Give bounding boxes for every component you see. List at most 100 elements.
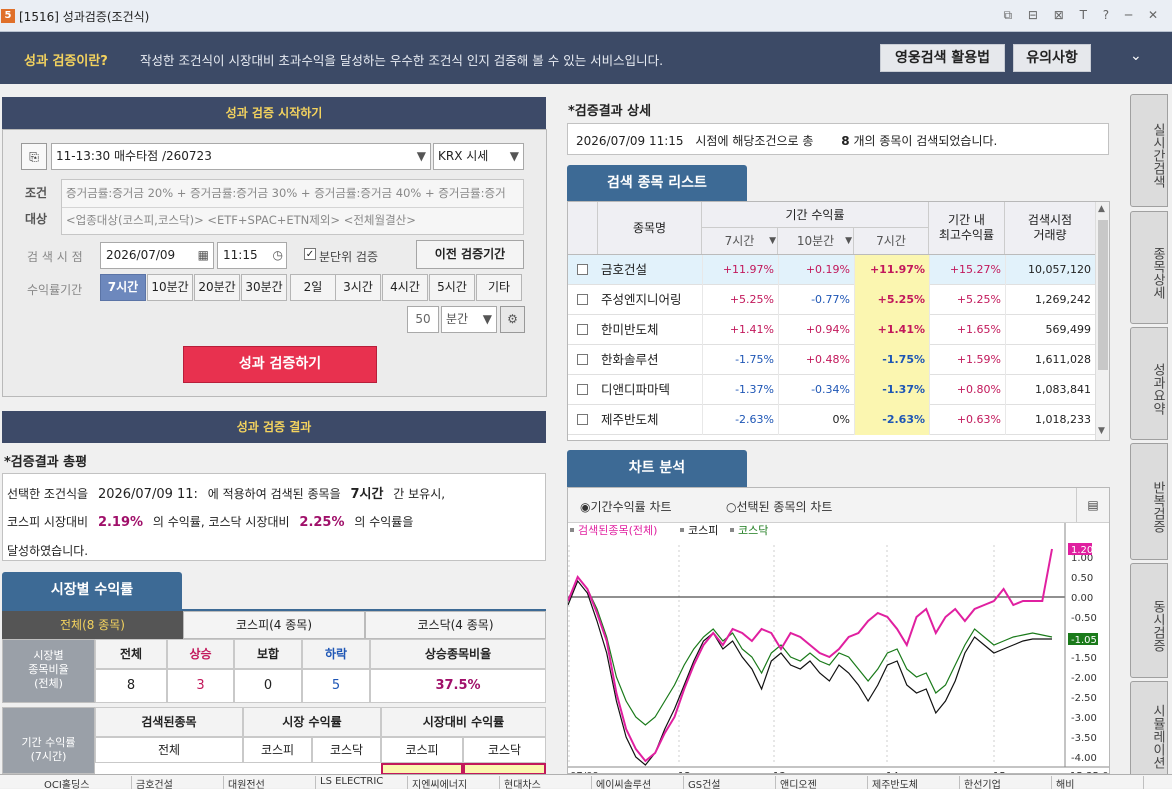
y-tick-label: 0.50 <box>1071 573 1093 584</box>
condition-detail-box: 증거금률:증거금 20% + 증거금률:증거금 30% + 증거금률:증거금 4… <box>61 179 524 235</box>
bottom-stock-item[interactable]: 현대차스 <box>500 776 592 789</box>
summary-date: 2026/07/09 11: <box>97 487 198 502</box>
time-input[interactable]: 11:15 ◷ <box>217 242 287 269</box>
bottom-stock-item[interactable]: 지엔씨에너지 <box>408 776 500 789</box>
row-checkbox[interactable] <box>577 384 588 395</box>
end-label-bottom: -1.05 <box>1071 635 1097 646</box>
side-tab[interactable]: 종목상세 <box>1130 211 1168 324</box>
chart-panel: ◉기간수익률 차트 ○선택된 종목의 차트 ▤ 1.00 0.50 0.00 -0.5… <box>567 487 1110 774</box>
bottom-stock-item[interactable]: LS ELECTRIC <box>316 776 408 789</box>
period-return-table: 기간 수익률 (7시간) 검색된종목 시장 수익률 시장대비 수익률 전체 코스… <box>2 707 546 774</box>
summary-title: *검증결과 총평 <box>4 455 88 470</box>
table-row[interactable]: 디앤디파마텍 -1.37% -0.34% -1.37% +0.80% 1,083,841 <box>568 375 1095 405</box>
bottom-stock-item[interactable]: 에이씨솔루션 <box>592 776 684 789</box>
stock-name[interactable]: 금호건설 <box>601 255 647 285</box>
summary-kospi-value: 2.19% <box>97 515 144 530</box>
period-button[interactable]: 20분간 <box>194 274 240 301</box>
banner-title: 성과 검증이란? <box>24 54 108 69</box>
legend-marker <box>570 528 574 532</box>
side-tab[interactable]: 시뮬레이션 <box>1130 681 1168 781</box>
table-row[interactable]: 한화솔루션 -1.75% +0.48% -1.75% +1.59% 1,611,028 <box>568 345 1095 375</box>
period-button[interactable]: 7시간 <box>100 274 146 301</box>
radio-selected-chart[interactable]: ○선택된 종목의 차트 <box>726 498 832 515</box>
summary-text-5: 의 수익률, 코스닥 시장대비 <box>152 515 290 529</box>
table-row[interactable]: 제주반도체 -2.63% 0% -2.63% +0.63% 1,018,233 <box>568 405 1095 435</box>
bottom-stock-item[interactable]: GS건설 <box>684 776 776 789</box>
subtab-kosdaq[interactable]: 코스닥(4 종목) <box>365 611 546 639</box>
side-tab[interactable]: 실시간검색 <box>1130 94 1168 207</box>
list-scrollbar[interactable]: ▲ ▼ <box>1095 202 1109 440</box>
minute-unit-select[interactable]: 분간 ▼ <box>441 306 497 333</box>
window-controls[interactable]: ⧉ ⊟ ⊠ T ? ─ ✕ <box>1003 8 1164 23</box>
row-checkbox[interactable] <box>577 264 588 275</box>
subtab-all[interactable]: 전체(8 종목) <box>2 611 183 639</box>
collapse-chevron-icon[interactable]: ⌄ <box>1130 48 1142 64</box>
bottom-stock-item[interactable]: OCI홀딩스 <box>40 776 132 789</box>
bottom-stock-item[interactable]: 앤디오젠 <box>776 776 868 789</box>
prev-period-button[interactable]: 이전 검증기간 <box>416 240 524 269</box>
list-head-max[interactable]: 기간 내 최고수익률 <box>929 202 1005 254</box>
bottom-stock-item[interactable]: 대원전선 <box>224 776 316 789</box>
date-input[interactable]: 2026/07/09 ▦ <box>100 242 214 269</box>
subtab-kospi[interactable]: 코스피(4 종목) <box>183 611 365 639</box>
list-head-sub-2[interactable]: 10분간 ▼ <box>778 228 854 254</box>
summary-text-2: 에 적용하여 검색된 종목을 <box>207 487 341 501</box>
cell-b: -0.77% <box>778 285 854 315</box>
t2-head-excess: 시장대비 수익률 <box>381 707 546 737</box>
period-button[interactable]: 기타 <box>476 274 522 301</box>
period-button[interactable]: 2일 <box>290 274 336 301</box>
list-head-sub-1[interactable]: 7시간 ▼ <box>702 228 778 254</box>
cell-v: 569,499 <box>1005 315 1095 345</box>
chart-menu-icon[interactable]: ▤ <box>1076 488 1109 522</box>
period-button[interactable]: 4시간 <box>382 274 428 301</box>
stock-name[interactable]: 주성엔지니어링 <box>601 285 682 315</box>
detail-info-end: 개의 종목이 검색되었습니다. <box>853 134 998 148</box>
bottom-stock-item[interactable]: 제주반도체 <box>868 776 960 789</box>
cell-a: -1.37% <box>702 375 778 405</box>
table-row[interactable]: 금호건설 +11.97% +0.19% +11.97% +15.27% 10,057,12… <box>568 255 1095 285</box>
radio-period-chart[interactable]: ◉기간수익률 차트 <box>580 498 672 515</box>
clock-icon[interactable]: ◷ <box>273 243 283 268</box>
bottom-stock-item[interactable]: 해비 <box>1052 776 1144 789</box>
table-row[interactable]: 한미반도체 +1.41% +0.94% +1.41% +1.65% 569,499 <box>568 315 1095 345</box>
stock-list-tab[interactable]: 검색 종목 리스트 <box>567 165 747 201</box>
y-tick-label: -3.50 <box>1071 733 1097 744</box>
side-tab[interactable]: 반복검증 <box>1130 443 1168 560</box>
table-row[interactable]: 주성엔지니어링 +5.25% -0.77% +5.25% +5.25% 1,269,242 <box>568 285 1095 315</box>
minute-value-input[interactable]: 50 <box>407 306 439 333</box>
row-checkbox[interactable] <box>577 414 588 425</box>
usage-guide-button[interactable]: 영웅검색 활용법 <box>880 44 1005 72</box>
period-button[interactable]: 30분간 <box>241 274 287 301</box>
stock-name[interactable]: 한미반도체 <box>601 315 659 345</box>
period-button[interactable]: 10분간 <box>147 274 193 301</box>
row-checkbox[interactable] <box>577 294 588 305</box>
cell-c: -2.63% <box>854 405 929 435</box>
condition-select[interactable]: 11-13:30 매수타점 /260723 ▼ <box>51 143 431 170</box>
chart-tab[interactable]: 차트 분석 <box>567 450 747 487</box>
side-tab[interactable]: 동시검증 <box>1130 563 1168 678</box>
y-tick-label: -3.00 <box>1071 713 1097 724</box>
minute-checkbox[interactable]: ✓ <box>304 248 316 260</box>
settings-gear-icon[interactable]: ⚙ <box>500 306 525 333</box>
period-button[interactable]: 3시간 <box>335 274 381 301</box>
bottom-stock-item[interactable]: 한선기업 <box>960 776 1052 789</box>
market-select[interactable]: KRX 시세 ▼ <box>433 143 524 170</box>
stock-name[interactable]: 한화솔루션 <box>601 345 659 375</box>
period-button[interactable]: 5시간 <box>429 274 475 301</box>
side-tab[interactable]: 성과요약 <box>1130 327 1168 440</box>
summary-text-6: 의 수익률을 <box>354 515 414 529</box>
period-return-row-label: 기간 수익률 (7시간) <box>2 707 95 774</box>
condition-list-icon[interactable]: ⎘ <box>21 143 47 170</box>
bottom-stock-item[interactable]: 금호건설 <box>132 776 224 789</box>
stock-name[interactable]: 디앤디파마텍 <box>601 375 670 405</box>
cell-d: +0.63% <box>929 405 1005 435</box>
run-verification-button[interactable]: 성과 검증하기 <box>183 346 377 383</box>
cell-c: +11.97% <box>854 255 929 285</box>
row-checkbox[interactable] <box>577 324 588 335</box>
calendar-icon[interactable]: ▦ <box>198 243 209 268</box>
row-checkbox[interactable] <box>577 354 588 365</box>
notice-button[interactable]: 유의사항 <box>1013 44 1091 72</box>
ratio-head-cell: 상승종목비율 <box>370 639 546 669</box>
y-tick-label: 0.00 <box>1071 593 1093 604</box>
stock-name[interactable]: 제주반도체 <box>601 405 659 435</box>
